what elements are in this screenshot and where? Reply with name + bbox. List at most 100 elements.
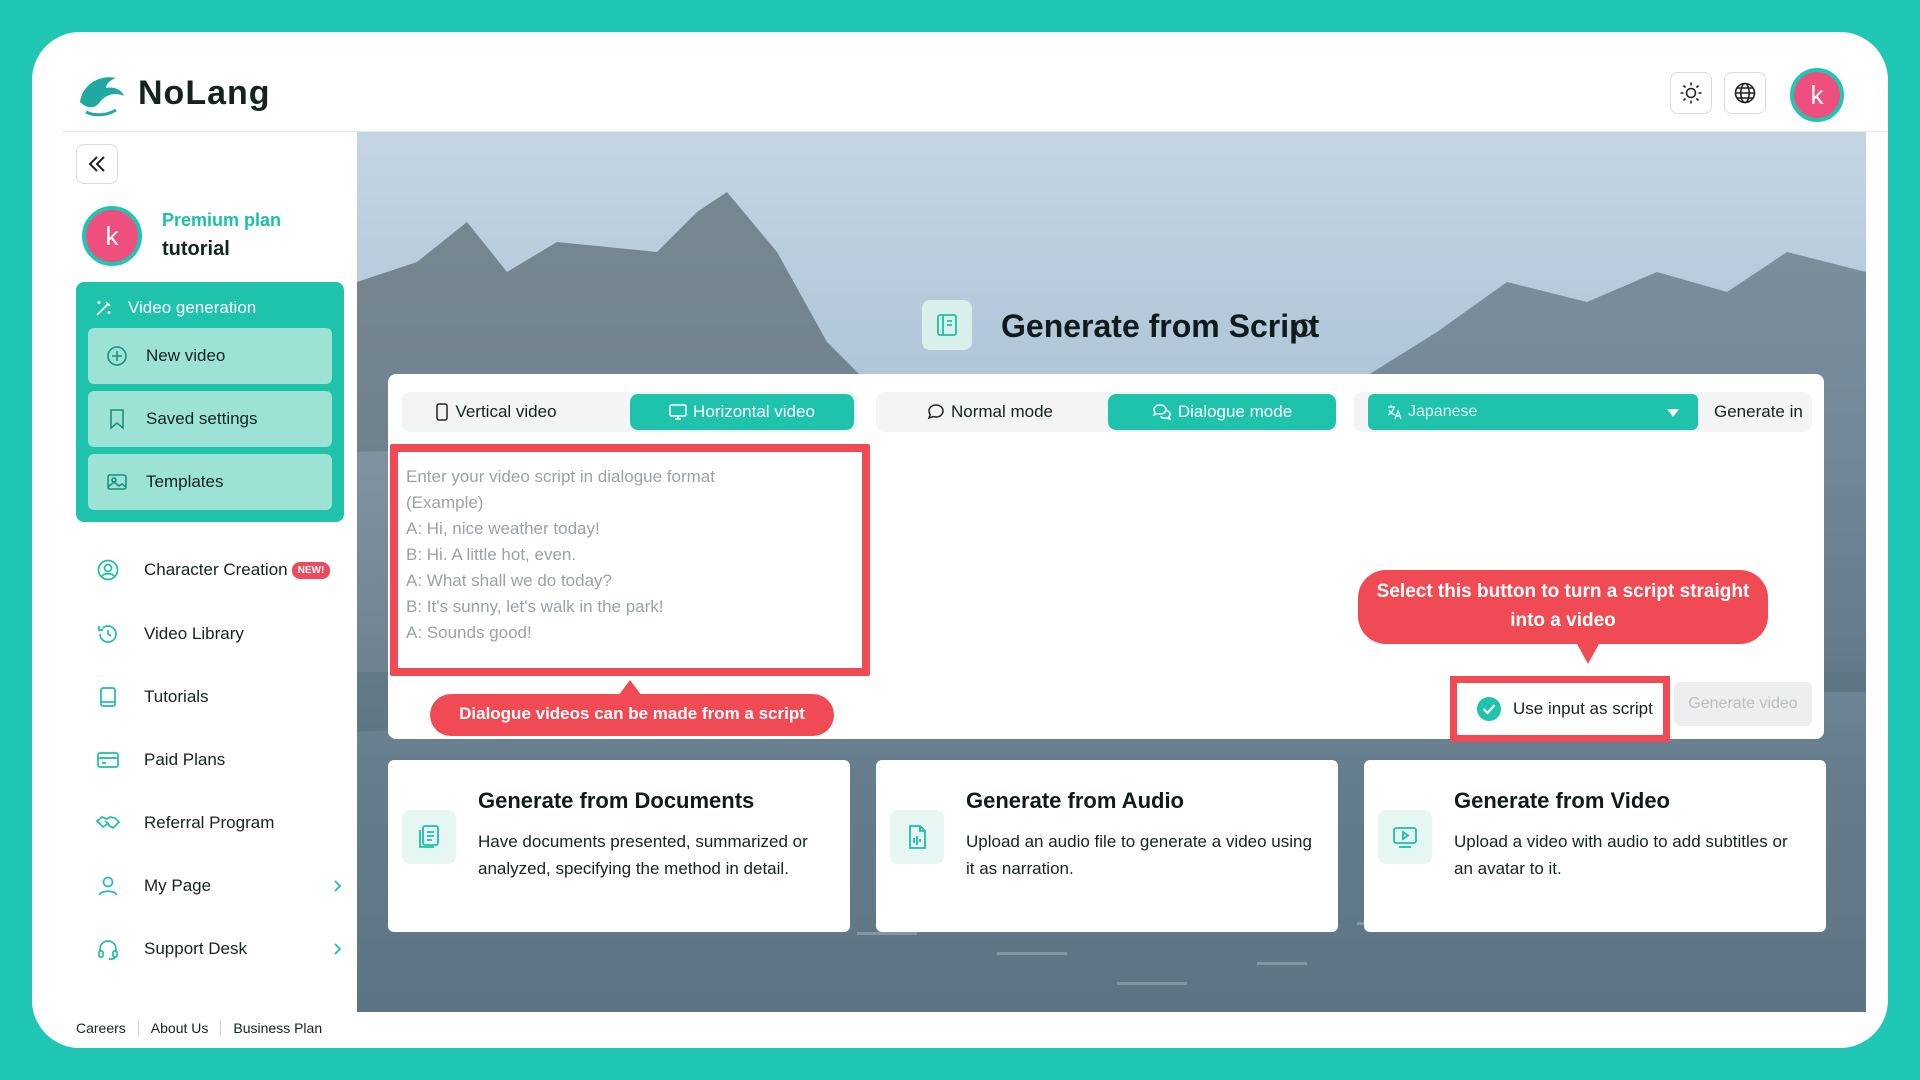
app-frame: NoLang k k Premium plan tutorial Video g… [32, 32, 1888, 1048]
script-panel: Vertical video Horizontal video Normal m… [388, 374, 1824, 742]
plan-avatar[interactable]: k [82, 206, 142, 266]
sidebar-item-saved-settings[interactable]: Saved settings [88, 391, 332, 447]
audio-file-icon [909, 825, 926, 849]
horizontal-video-option[interactable]: Horizontal video [630, 394, 854, 430]
nolang-logo-icon [80, 77, 124, 117]
chevron-down-icon [1667, 409, 1679, 417]
sidebar: k Premium plan tutorial Video generation… [32, 132, 357, 1048]
sidebar-item-label: Templates [146, 472, 224, 491]
monitor-icon [669, 404, 687, 420]
history-icon [98, 625, 117, 643]
normal-mode-label: Normal mode [950, 402, 1054, 421]
sidebar-item-label: Video Library [144, 624, 244, 643]
generate-from-documents-card[interactable]: Generate from Documents Have documents p… [388, 760, 850, 932]
generate-from-video-card[interactable]: Generate from Video Upload a video with … [1364, 760, 1826, 932]
translate-icon [1387, 405, 1402, 420]
main-content: Generate from Script Vertical video Hori… [357, 132, 1866, 1012]
sidebar-item-label: New video [146, 346, 226, 365]
chevron-right-icon [334, 880, 342, 892]
sidebar-item-referral-program[interactable]: Referral Program [88, 803, 358, 843]
document-frame-icon [937, 314, 957, 336]
brand-name[interactable]: NoLang [138, 74, 271, 113]
book-icon [100, 687, 116, 707]
card-title: Generate from Audio [966, 788, 1184, 813]
tip-arrow-down [1576, 642, 1600, 664]
language-select[interactable]: Japanese [1368, 394, 1698, 430]
card-icon-box [890, 810, 944, 864]
card-icon-box [402, 810, 456, 864]
card-icon-box [1378, 810, 1432, 864]
video-play-icon [1393, 827, 1417, 848]
business-plan-link[interactable]: Business Plan [221, 1020, 334, 1036]
globe-icon [1734, 82, 1756, 104]
sidebar-item-new-video[interactable]: New video [88, 328, 332, 384]
image-icon [107, 474, 127, 490]
script-input[interactable]: Enter your video script in dialogue form… [390, 444, 870, 676]
bookmark-icon [110, 409, 124, 430]
chat-bubbles-icon [1152, 404, 1171, 421]
dialogue-mode-label: Dialogue mode [1177, 402, 1293, 421]
vertical-video-label: Vertical video [455, 402, 557, 421]
generate-in-label: Generate in [1714, 402, 1803, 421]
sidebar-item-video-library[interactable]: Video Library [88, 614, 358, 654]
use-input-as-script-checkbox[interactable]: Use input as script [1450, 676, 1670, 742]
card-description: Have documents presented, summarized or … [478, 832, 808, 878]
use-input-tip: Select this button to turn a script stra… [1358, 570, 1768, 644]
generate-video-button[interactable]: Generate video [1674, 682, 1812, 726]
about-us-link[interactable]: About Us [139, 1020, 222, 1036]
phone-icon [436, 403, 449, 421]
video-generation-title: Video generation [128, 298, 257, 317]
plus-circle-icon [107, 346, 127, 366]
header: NoLang k [32, 32, 1888, 132]
sun-icon [1680, 82, 1702, 104]
user-name: tutorial [162, 238, 230, 260]
sidebar-item-paid-plans[interactable]: Paid Plans [88, 740, 358, 780]
script-placeholder: Enter your video script in dialogue form… [406, 467, 715, 642]
normal-mode-option[interactable]: Normal mode [876, 392, 1104, 432]
horizontal-video-label: Horizontal video [693, 402, 815, 421]
vertical-video-option[interactable]: Vertical video [402, 392, 590, 432]
plan-name: Premium plan [162, 210, 282, 230]
sidebar-item-label: Paid Plans [144, 750, 226, 769]
speech-bubble-icon [927, 404, 944, 420]
sidebar-item-character-creation[interactable]: Character Creation NEW! [88, 550, 358, 590]
sidebar-item-templates[interactable]: Templates [88, 454, 332, 510]
footer-links: Careers About Us Business Plan [76, 1020, 334, 1036]
theme-toggle-button[interactable] [1670, 72, 1712, 114]
sidebar-item-label: Saved settings [146, 409, 258, 428]
careers-link[interactable]: Careers [76, 1020, 139, 1036]
info-icon[interactable] [1294, 318, 1314, 338]
generate-from-audio-card[interactable]: Generate from Audio Upload an audio file… [876, 760, 1338, 932]
document-icon [419, 825, 439, 848]
card-title: Generate from Documents [478, 788, 755, 813]
script-icon [922, 300, 972, 350]
sidebar-item-tutorials[interactable]: Tutorials [88, 677, 358, 717]
video-generation-group: Video generation New video Saved setting… [76, 282, 344, 522]
sidebar-item-label: Tutorials [144, 687, 209, 706]
orientation-toggle: Vertical video Horizontal video [402, 392, 858, 432]
user-icon [98, 876, 118, 896]
card-icon [97, 752, 119, 768]
collapse-sidebar-button[interactable] [76, 144, 118, 184]
sidebar-item-label: My Page [144, 876, 212, 895]
double-chevron-left-icon [88, 156, 105, 172]
handshake-icon [95, 816, 121, 830]
card-description: Upload an audio file to generate a video… [966, 832, 1312, 878]
dialogue-tip: Dialogue videos can be made from a scrip… [430, 694, 834, 736]
sidebar-item-label: Character Creation [144, 560, 288, 579]
sidebar-item-label: Referral Program [144, 813, 275, 832]
sidebar-item-my-page[interactable]: My Page [88, 866, 358, 906]
user-avatar[interactable]: k [1790, 68, 1844, 122]
language-globe-button[interactable] [1724, 72, 1766, 114]
mode-toggle: Normal mode Dialogue mode [876, 392, 1338, 432]
new-badge: NEW! [291, 561, 331, 579]
chevron-right-icon [334, 943, 342, 955]
page-title: Generate from Script [1001, 308, 1320, 344]
dialogue-mode-option[interactable]: Dialogue mode [1108, 394, 1336, 430]
magic-wand-icon [96, 301, 111, 316]
sidebar-item-label: Support Desk [144, 939, 247, 958]
language-bar: Japanese Generate in [1354, 392, 1812, 432]
card-description: Upload a video with audio to add subtitl… [1454, 832, 1788, 878]
language-value: Japanese [1408, 403, 1478, 420]
sidebar-item-support-desk[interactable]: Support Desk [88, 929, 358, 969]
